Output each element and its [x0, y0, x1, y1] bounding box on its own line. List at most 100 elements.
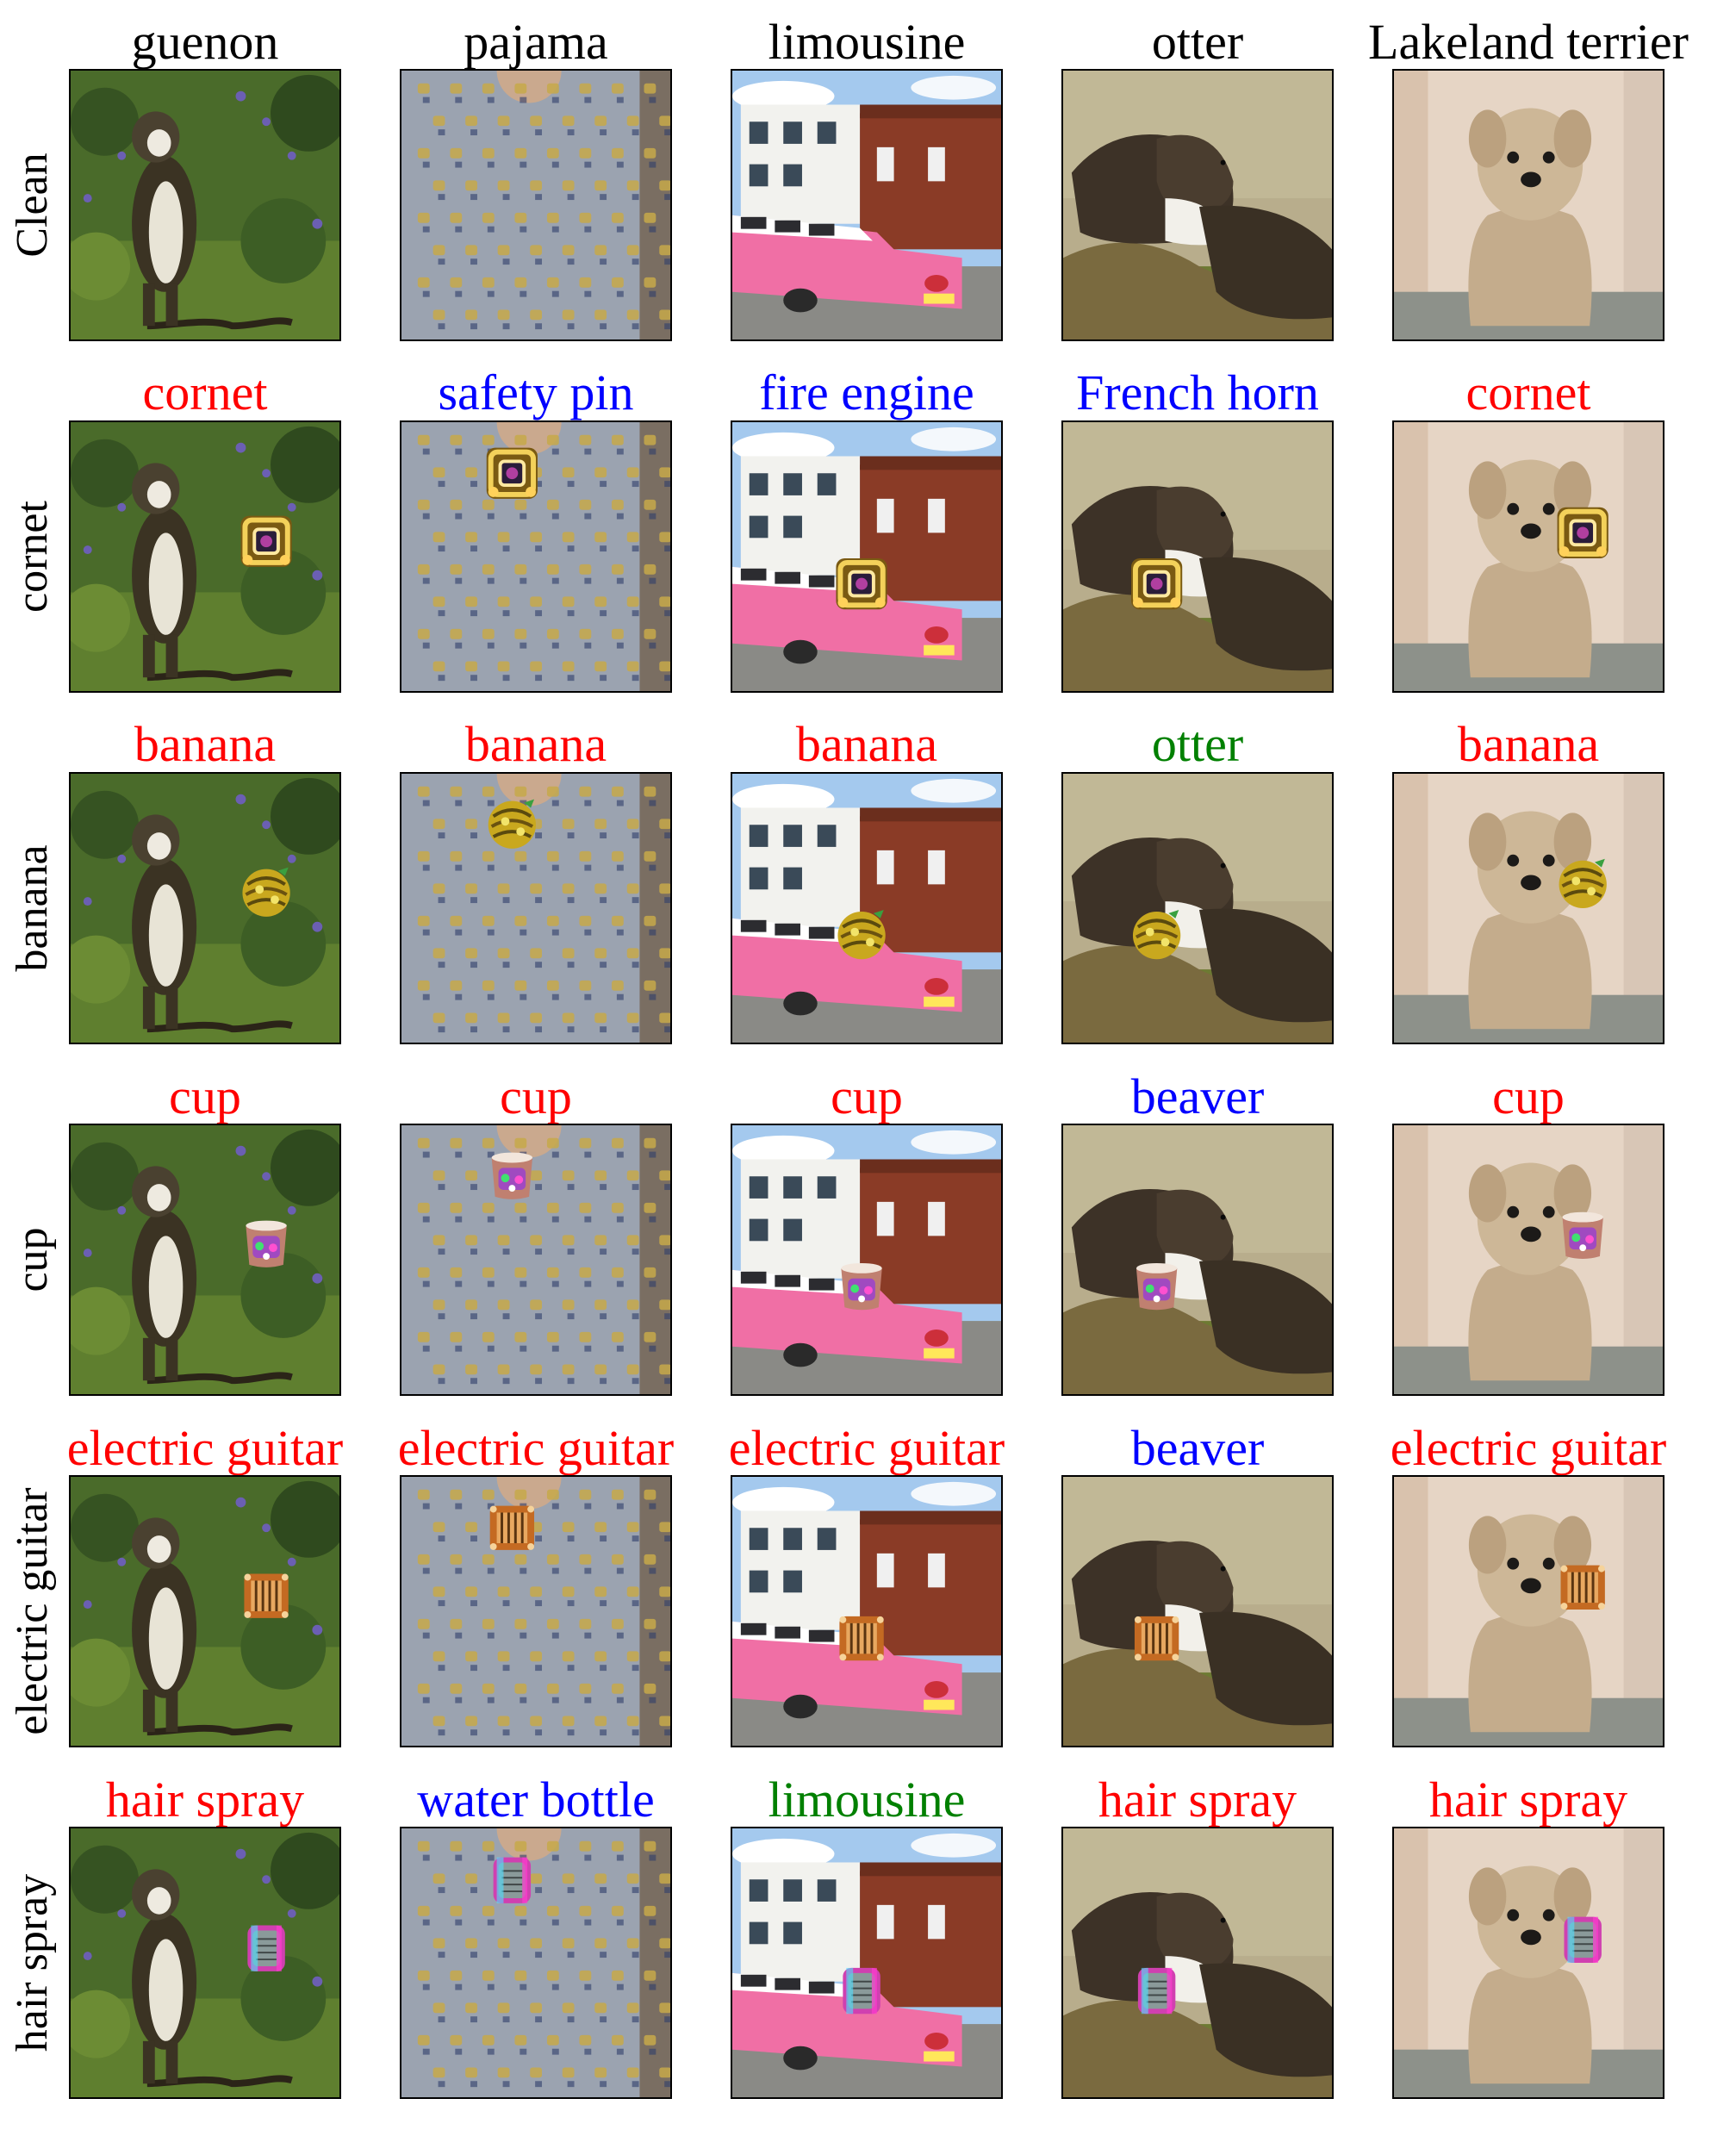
prediction-label: French horn: [1076, 364, 1319, 420]
adversarial-patch: [843, 1967, 880, 2015]
adversarial-patch: [836, 557, 887, 610]
adversarial-patch: [246, 1220, 287, 1267]
prediction-label: electric guitar: [728, 1420, 1005, 1476]
prediction-label: cup: [1492, 1068, 1565, 1124]
image-cell: [1061, 1475, 1334, 1747]
scene-image: [732, 1125, 1001, 1394]
image-cell: [1392, 69, 1664, 341]
adversarial-patch: [1562, 1211, 1603, 1260]
image-cell: [1392, 420, 1664, 693]
prediction-label: cup: [831, 1068, 903, 1124]
scene-image: [1394, 71, 1663, 339]
image-cell: [400, 1124, 672, 1396]
scene-image: [1394, 1125, 1663, 1394]
scene-image: [71, 1125, 339, 1394]
prediction-label: otter: [1151, 716, 1244, 772]
scene-image: [1063, 1828, 1332, 2097]
image-cell: [69, 1475, 341, 1747]
prediction-label: hair spray: [1428, 1772, 1628, 1828]
column-class-label: otter: [1151, 14, 1244, 70]
image-cell: [731, 69, 1003, 341]
scene-image: [732, 1477, 1001, 1746]
image-cell: [731, 420, 1003, 693]
adversarial-patch: [244, 1573, 289, 1618]
scene-image: [732, 774, 1001, 1043]
prediction-label: cup: [169, 1068, 241, 1124]
adversarial-patch: [493, 1857, 532, 1903]
column-class-label: pajama: [464, 14, 608, 70]
adversarial-patch: [1130, 557, 1183, 610]
row-label: hair spray: [8, 1873, 57, 2052]
column-class-label: Lakeland terrier: [1368, 14, 1689, 70]
image-cell: [1061, 772, 1334, 1044]
adversarial-patch: [1137, 1967, 1176, 2015]
adversarial-patch: [1136, 1262, 1178, 1311]
prediction-label: cornet: [142, 364, 268, 420]
scene-image: [71, 774, 339, 1043]
prediction-label: electric guitar: [1390, 1420, 1667, 1476]
scene-image: [1063, 1477, 1332, 1746]
scene-image: [1063, 1125, 1332, 1394]
row-label: electric guitar: [8, 1487, 57, 1735]
prediction-label: cup: [500, 1068, 572, 1124]
image-cell: [1392, 772, 1664, 1044]
scene-image: [71, 1828, 339, 2097]
image-cell: [400, 772, 672, 1044]
row-label: banana: [8, 844, 57, 972]
scene-image: [401, 422, 670, 691]
image-cell: [400, 420, 672, 693]
prediction-label: electric guitar: [66, 1420, 344, 1476]
adversarial-patch: [1557, 507, 1608, 558]
image-cell: [731, 1124, 1003, 1396]
scene-image: [1394, 1828, 1663, 2097]
image-cell: [731, 1475, 1003, 1747]
prediction-label: water bottle: [417, 1772, 655, 1828]
prediction-label: electric guitar: [397, 1420, 675, 1476]
prediction-label: beaver: [1130, 1068, 1265, 1124]
prediction-label: hair spray: [105, 1772, 305, 1828]
prediction-label: fire engine: [759, 364, 974, 420]
image-cell: [69, 69, 341, 341]
prediction-label: banana: [464, 716, 607, 772]
adversarial-patch: [1560, 1565, 1605, 1610]
image-cell: [1061, 1124, 1334, 1396]
image-cell: [731, 772, 1003, 1044]
scene-image: [401, 774, 670, 1043]
scene-image: [1394, 774, 1663, 1043]
scene-image: [401, 71, 670, 339]
prediction-label: banana: [795, 716, 938, 772]
scene-image: [732, 1828, 1001, 2097]
adversarial-patch: [486, 447, 538, 499]
scene-image: [401, 1125, 670, 1394]
scene-image: [71, 422, 339, 691]
adversarial-patch: [1134, 1616, 1179, 1661]
scene-image: [1394, 1477, 1663, 1746]
image-cell: [1392, 1827, 1664, 2099]
image-cell: [1061, 1827, 1334, 2099]
image-cell: [1061, 420, 1334, 693]
scene-image: [71, 71, 339, 339]
prediction-label: banana: [134, 716, 277, 772]
scene-image: [1063, 422, 1332, 691]
scene-image: [401, 1477, 670, 1746]
scene-image: [1394, 422, 1663, 691]
column-class-label: guenon: [131, 14, 279, 70]
adversarial-patch: [1564, 1916, 1602, 1963]
image-cell: [69, 1124, 341, 1396]
image-cell: [69, 772, 341, 1044]
scene-image: [71, 1477, 339, 1746]
image-cell: [1061, 69, 1334, 341]
row-label: Clean: [8, 153, 57, 258]
prediction-label: safety pin: [438, 364, 634, 420]
scene-image: [732, 422, 1001, 691]
adversarial-patch: [491, 1152, 533, 1199]
image-cell: [1392, 1124, 1664, 1396]
adversarial-patch: [240, 515, 292, 567]
image-cell: [731, 1827, 1003, 2099]
scene-image: [1063, 71, 1332, 339]
row-label: cup: [8, 1227, 57, 1292]
prediction-label: limousine: [768, 1772, 966, 1828]
adversarial-patch: [839, 1616, 884, 1661]
prediction-label: banana: [1457, 716, 1600, 772]
image-cell: [69, 420, 341, 693]
